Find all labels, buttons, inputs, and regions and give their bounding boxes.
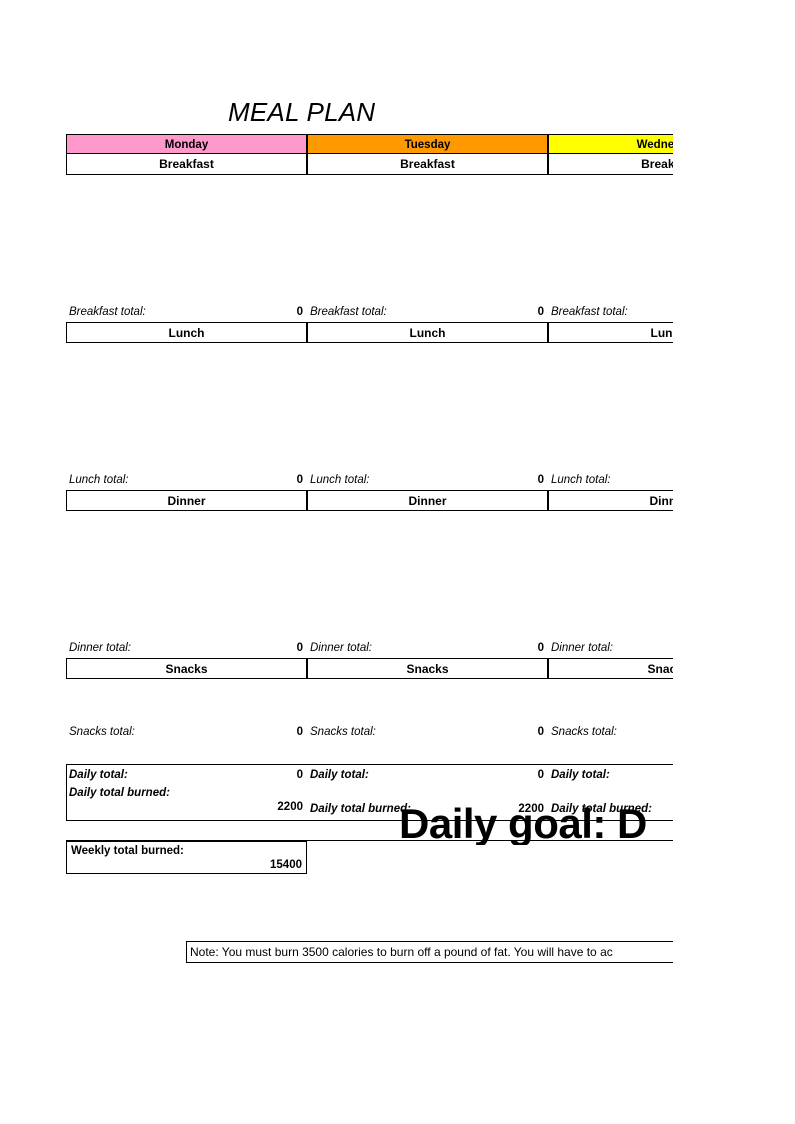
daily-burned-value: 2200 bbox=[277, 801, 303, 813]
meal-entry-area-breakfast-monday[interactable] bbox=[66, 176, 307, 303]
weekly-total-value: 15400 bbox=[270, 859, 302, 871]
daily-total-top-rule bbox=[66, 764, 686, 765]
meal-entry-area-snacks-monday[interactable] bbox=[66, 680, 307, 724]
total-label: Lunch total: bbox=[69, 474, 129, 486]
total-value: 0 bbox=[537, 306, 544, 318]
daily-total-row-tuesday: Daily total: 0 bbox=[307, 767, 548, 783]
meal-header-label: Snacks bbox=[165, 662, 208, 676]
meal-entry-area-breakfast-tuesday[interactable] bbox=[307, 176, 548, 303]
total-label: Dinner total: bbox=[69, 642, 132, 654]
total-value: 0 bbox=[296, 306, 303, 318]
total-label: Lunch total: bbox=[310, 474, 370, 486]
weekly-total-burned-box: Weekly total burned: 15400 bbox=[66, 841, 307, 874]
total-value: 0 bbox=[296, 474, 303, 486]
day-header-tuesday[interactable]: Tuesday bbox=[307, 134, 548, 154]
total-value: 0 bbox=[537, 474, 544, 486]
total-label: Lunch total: bbox=[551, 474, 611, 486]
meal-header-label: Breakfast bbox=[400, 157, 455, 171]
meal-header-snacks-monday[interactable]: Snacks bbox=[66, 658, 307, 679]
meal-header-label: Dinner bbox=[167, 494, 206, 508]
total-value: 0 bbox=[296, 642, 303, 654]
daily-total-value: 0 bbox=[537, 769, 544, 781]
total-row-snacks-tuesday: Snacks total: 0 bbox=[307, 724, 548, 740]
meal-entry-area-snacks-tuesday[interactable] bbox=[307, 680, 548, 724]
right-crop-mask bbox=[673, 0, 795, 1124]
daily-total-label: Daily total: bbox=[551, 769, 610, 781]
total-row-dinner-tuesday: Dinner total: 0 bbox=[307, 640, 548, 656]
total-value: 0 bbox=[537, 726, 544, 738]
meal-header-label: Dinner bbox=[408, 494, 447, 508]
total-value: 0 bbox=[296, 726, 303, 738]
day-header-label: Monday bbox=[164, 139, 209, 151]
total-label: Snacks total: bbox=[69, 726, 135, 738]
meal-header-snacks-tuesday[interactable]: Snacks bbox=[307, 658, 548, 679]
total-row-snacks-monday: Snacks total: 0 bbox=[66, 724, 307, 740]
daily-total-label: Daily total: bbox=[69, 769, 128, 781]
meal-header-breakfast-monday[interactable]: Breakfast bbox=[66, 154, 307, 175]
note-box: Note: You must burn 3500 calories to bur… bbox=[186, 941, 746, 963]
total-row-breakfast-monday: Breakfast total: 0 bbox=[66, 304, 307, 320]
weekly-total-label: Weekly total burned: bbox=[71, 845, 184, 857]
total-value: 0 bbox=[537, 642, 544, 654]
daily-total-row-monday: Daily total: 0 bbox=[66, 767, 307, 783]
page-title: MEAL PLAN bbox=[228, 97, 376, 127]
total-row-dinner-monday: Dinner total: 0 bbox=[66, 640, 307, 656]
total-label: Breakfast total: bbox=[69, 306, 146, 318]
total-label: Dinner total: bbox=[310, 642, 373, 654]
meal-header-dinner-monday[interactable]: Dinner bbox=[66, 490, 307, 511]
daily-burned-label: Daily total burned: bbox=[69, 787, 170, 799]
day-header-monday[interactable]: Monday bbox=[66, 134, 307, 154]
meal-entry-area-lunch-monday[interactable] bbox=[66, 344, 307, 471]
total-row-lunch-monday: Lunch total: 0 bbox=[66, 472, 307, 488]
total-label: Breakfast total: bbox=[551, 306, 628, 318]
meal-entry-area-dinner-tuesday[interactable] bbox=[307, 512, 548, 639]
meal-header-label: Lunch bbox=[168, 326, 205, 340]
total-label: Dinner total: bbox=[551, 642, 614, 654]
meal-header-lunch-monday[interactable]: Lunch bbox=[66, 322, 307, 343]
daily-total-label: Daily total: bbox=[310, 769, 369, 781]
total-label: Breakfast total: bbox=[310, 306, 387, 318]
meal-header-dinner-tuesday[interactable]: Dinner bbox=[307, 490, 548, 511]
meal-header-label: Snacks bbox=[406, 662, 449, 676]
meal-entry-area-dinner-monday[interactable] bbox=[66, 512, 307, 639]
daily-burned-label: Daily total burned: bbox=[310, 803, 411, 815]
total-row-breakfast-tuesday: Breakfast total: 0 bbox=[307, 304, 548, 320]
meal-header-label: Lunch bbox=[409, 326, 446, 340]
total-row-lunch-tuesday: Lunch total: 0 bbox=[307, 472, 548, 488]
daily-total-value: 0 bbox=[296, 769, 303, 781]
total-label: Snacks total: bbox=[551, 726, 617, 738]
day-header-label: Tuesday bbox=[404, 139, 451, 151]
meal-entry-area-lunch-tuesday[interactable] bbox=[307, 344, 548, 471]
meal-header-lunch-tuesday[interactable]: Lunch bbox=[307, 322, 548, 343]
meal-plan-sheet: MEAL PLAN Monday Tuesday Wednesday Break… bbox=[0, 0, 795, 1124]
daily-burned-row-monday: Daily total burned: 2200 bbox=[66, 786, 307, 816]
total-label: Snacks total: bbox=[310, 726, 376, 738]
meal-header-breakfast-tuesday[interactable]: Breakfast bbox=[307, 154, 548, 175]
meal-header-label: Breakfast bbox=[159, 157, 214, 171]
